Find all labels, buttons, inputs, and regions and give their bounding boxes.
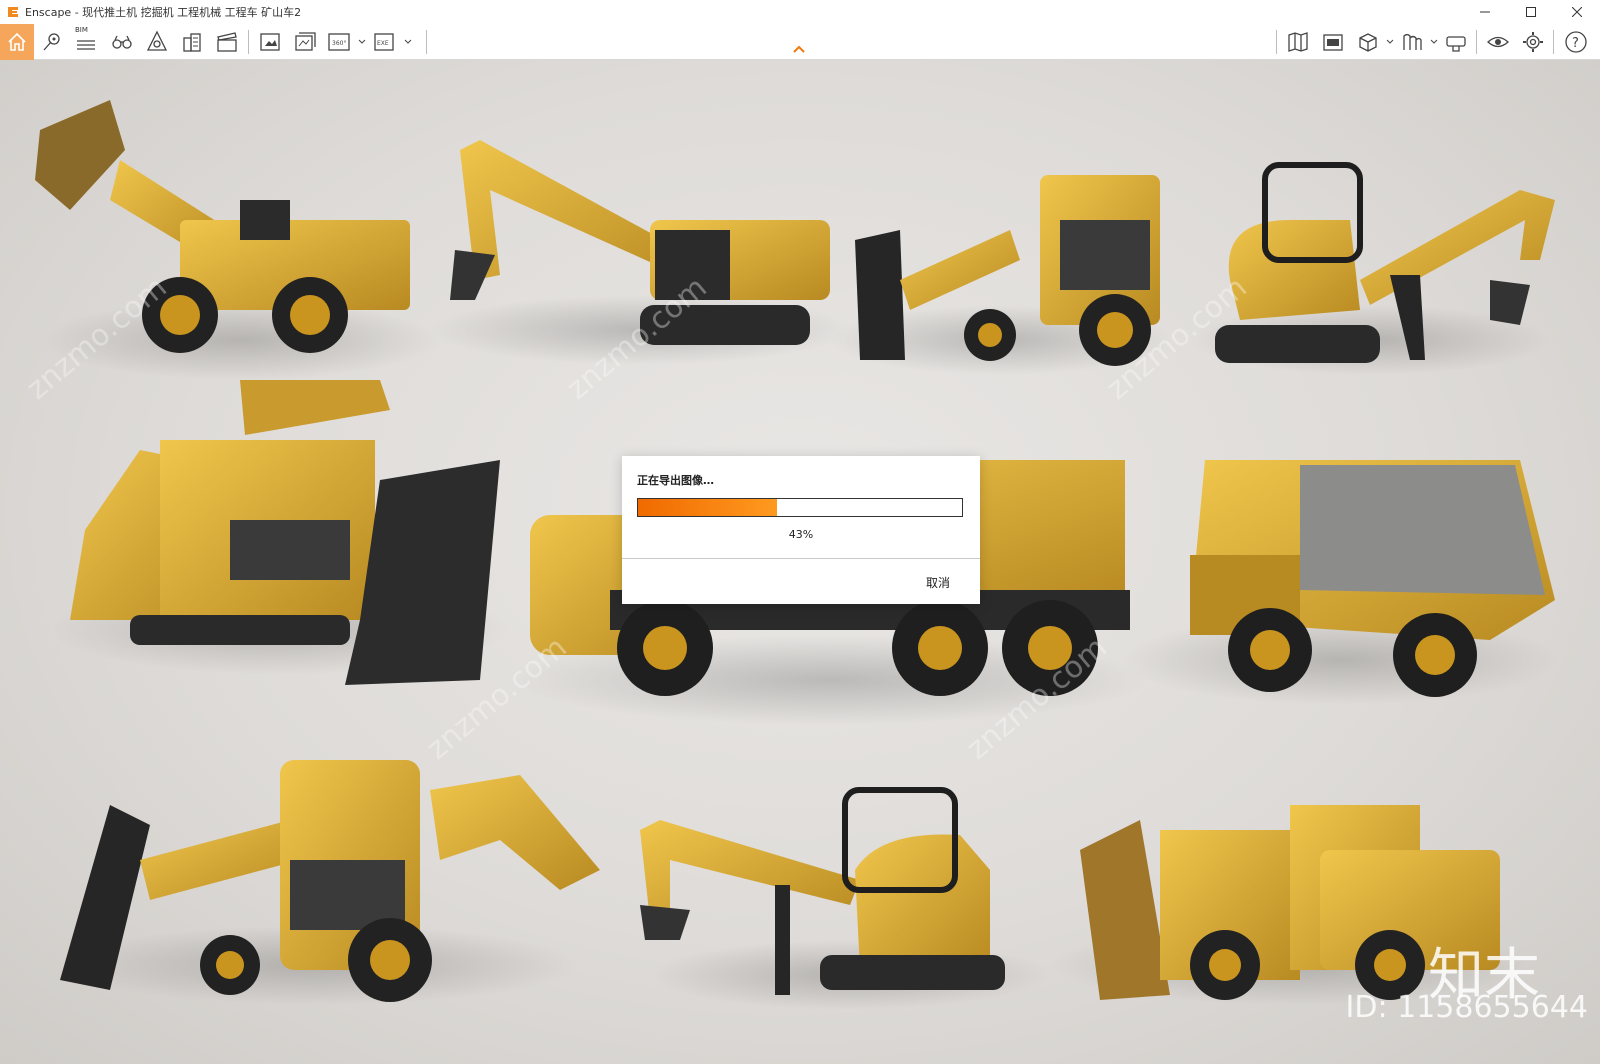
svg-text:?: ?	[1572, 36, 1579, 51]
map-button[interactable]	[1284, 28, 1312, 56]
panorama-360-icon: 360°	[328, 33, 350, 51]
enscape-logo-icon	[8, 7, 18, 17]
walk-mode-button[interactable]	[108, 28, 136, 56]
export-progress-dialog: 正在导出图像… 43% 取消	[622, 456, 980, 604]
close-icon	[1572, 7, 1582, 17]
batch-render-icon	[295, 32, 316, 51]
exe-export-button[interactable]: EXE	[371, 28, 399, 56]
batch-render-button[interactable]	[291, 28, 319, 56]
bim-button[interactable]	[72, 28, 100, 56]
minimize-button[interactable]	[1462, 0, 1508, 24]
cancel-button[interactable]: 取消	[926, 574, 950, 591]
screenshot-button[interactable]	[256, 28, 284, 56]
material-editor-button[interactable]	[1319, 28, 1347, 56]
exe-export-icon: EXE	[374, 33, 394, 51]
atmosphere-icon	[146, 30, 168, 51]
toolbar-separator	[1276, 30, 1277, 54]
mining-haul-truck-model	[1120, 460, 1560, 705]
views-icon	[1403, 33, 1422, 50]
main-toolbar: BIM 360° EXE ?	[0, 24, 1600, 60]
close-button[interactable]	[1554, 0, 1600, 24]
help-icon: ?	[1565, 31, 1587, 53]
panorama-label: 360°	[332, 40, 346, 47]
buildings-button[interactable]	[178, 28, 206, 56]
progress-bar	[637, 498, 963, 517]
buildings-icon	[183, 33, 201, 52]
settings-icon	[1523, 32, 1543, 52]
chevron-down-icon	[1386, 39, 1394, 44]
dialog-title: 正在导出图像…	[637, 474, 714, 487]
atmosphere-button[interactable]	[143, 28, 171, 56]
dialog-divider	[622, 558, 980, 559]
material-editor-icon	[1323, 34, 1343, 51]
maximize-button[interactable]	[1508, 0, 1554, 24]
toolbar-separator	[426, 30, 427, 54]
progress-percent: 43%	[788, 528, 814, 541]
window-controls	[1462, 0, 1600, 24]
toolbar-separator	[248, 30, 249, 54]
progress-bar-fill	[638, 499, 778, 516]
collapse-toolbar-icon[interactable]	[792, 44, 806, 54]
screenshot-icon	[260, 33, 280, 51]
visual-settings-button[interactable]	[1484, 28, 1512, 56]
chevron-down-icon	[358, 39, 366, 44]
map-icon	[1288, 32, 1308, 52]
vr-headset-icon	[1446, 36, 1466, 52]
help-button[interactable]: ?	[1562, 28, 1590, 56]
location-pin-icon	[43, 33, 60, 51]
backhoe-loader-model	[830, 175, 1170, 375]
mini-excavator-2-model	[640, 787, 1050, 1010]
views-pin-button[interactable]	[38, 28, 66, 56]
crawler-dozer-model	[50, 380, 510, 685]
title-bar: Enscape - 现代推土机 挖掘机 工程机械 工程车 矿山车2	[0, 0, 1600, 25]
video-editor-icon	[217, 32, 237, 52]
chevron-down-icon	[1430, 39, 1438, 44]
asset-dropdown[interactable]	[1386, 37, 1394, 47]
settings-button[interactable]	[1519, 28, 1547, 56]
panorama-button[interactable]: 360°	[326, 28, 354, 56]
panorama-dropdown[interactable]	[358, 37, 366, 47]
toolbar-separator	[1553, 30, 1554, 54]
exe-dropdown[interactable]	[404, 37, 412, 47]
asset-library-icon	[1359, 33, 1377, 52]
mini-excavator-model	[1190, 162, 1555, 375]
toolbar-separator	[1476, 30, 1477, 54]
views-button[interactable]	[1398, 28, 1426, 56]
chevron-down-icon	[404, 39, 412, 44]
visual-settings-icon	[1487, 36, 1509, 48]
exe-label: EXE	[377, 40, 389, 47]
watermark-id: ID: 1158655644	[1345, 990, 1588, 1025]
maximize-icon	[1526, 7, 1536, 17]
home-button[interactable]	[0, 24, 34, 60]
bim-list-icon	[77, 40, 95, 50]
views-dropdown[interactable]	[1430, 37, 1438, 47]
video-editor-button[interactable]	[213, 28, 241, 56]
backhoe-loader-2-model	[60, 760, 600, 1005]
binoculars-icon	[112, 35, 132, 49]
asset-library-button[interactable]	[1354, 28, 1382, 56]
home-icon	[8, 32, 26, 51]
minimize-icon	[1480, 11, 1490, 13]
vr-headset-button[interactable]	[1442, 28, 1470, 56]
window-title: Enscape - 现代推土机 挖掘机 工程机械 工程车 矿山车2	[25, 6, 302, 19]
